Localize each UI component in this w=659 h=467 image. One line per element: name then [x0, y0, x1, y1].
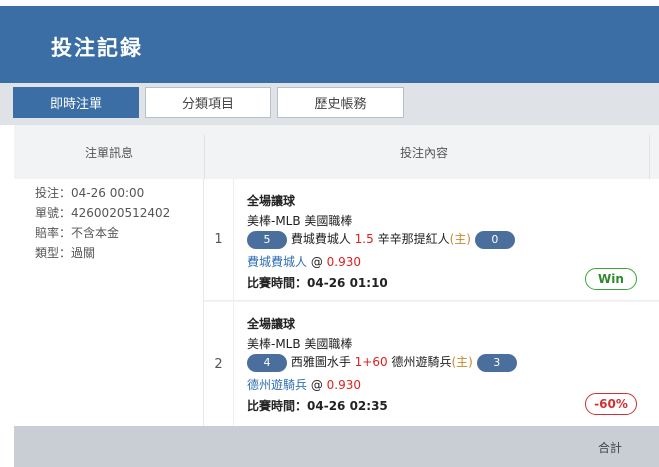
home-score-badge: 5 — [247, 230, 287, 249]
market-name: 全場讓球 — [247, 317, 296, 331]
bet-id-value: 4260020512402 — [71, 206, 171, 220]
bet-records-table: 注單訊息 投注內容 投注：04-26 00:00 單號：426002051240… — [14, 125, 659, 467]
table-row: 1 全場讓球 美棒-MLB 美國職棒 5 費城費城人 1.5 辛辛那提紅人(主)… — [204, 179, 659, 301]
pick-odds: 0.930 — [326, 255, 362, 269]
column-divider — [649, 135, 650, 179]
match-time-label: 比賽時間： — [247, 276, 308, 290]
column-header-info: 注單訊息 — [84, 145, 133, 160]
handicap-value: 1+60 — [354, 355, 388, 369]
match-time-label: 比賽時間： — [247, 399, 308, 413]
away-team: 德州遊騎兵 — [391, 355, 452, 369]
home-tag: (主) — [451, 355, 473, 369]
tab-categories[interactable]: 分類項目 — [145, 87, 271, 118]
column-header-content: 投注內容 — [399, 145, 448, 160]
row-number: 2 — [204, 302, 234, 426]
home-score-badge: 4 — [247, 353, 287, 372]
picked-team: 德州遊騎兵 — [247, 378, 308, 392]
match-time-value: 04-26 01:10 — [307, 276, 388, 290]
bet-id-line: 單號：4260020512402 — [35, 204, 170, 221]
page-header: 投注記録 — [0, 6, 659, 83]
page-title: 投注記録 — [51, 35, 143, 60]
bet-id-label: 單號： — [35, 206, 72, 220]
home-tag: (主) — [449, 232, 471, 246]
away-score-badge: 3 — [476, 353, 517, 372]
away-team: 辛辛那提紅人 — [377, 232, 450, 246]
bet-time-value: 04-26 00:00 — [71, 186, 145, 200]
bet-type-line: 類型：過關 — [35, 244, 95, 261]
matchup-line: 4 西雅圖水手 1+60 德州遊騎兵(主) 3 — [247, 353, 517, 372]
match-time-line: 比賽時間：04-26 01:10 — [247, 274, 388, 291]
result-badge-win: Win — [585, 268, 637, 290]
league-name: 美棒-MLB 美國職棒 — [247, 337, 353, 351]
bet-type-value: 過關 — [71, 246, 96, 260]
tab-live-bets[interactable]: 即時注單 — [13, 87, 139, 118]
odds-type-value: 不含本金 — [71, 226, 120, 240]
at-sign: @ — [310, 255, 323, 269]
bet-type-label: 類型： — [35, 246, 72, 260]
matchup-line: 5 費城費城人 1.5 辛辛那提紅人(主) 0 — [247, 230, 515, 249]
pick-odds: 0.930 — [326, 378, 362, 392]
pick-line: 費城費城人 @ 0.930 — [247, 253, 361, 270]
bet-info-cell: 投注：04-26 00:00 單號：4260020512402 賠率：不含本金 … — [14, 179, 204, 426]
tab-bar: 即時注單 分類項目 歷史帳務 — [0, 83, 659, 125]
bet-time-label: 投注： — [35, 186, 72, 200]
table-row: 2 全場讓球 美棒-MLB 美國職棒 4 西雅圖水手 1+60 德州遊騎兵(主)… — [204, 302, 659, 426]
handicap-value: 1.5 — [354, 232, 374, 246]
away-score-badge: 0 — [474, 230, 515, 249]
home-team: 費城費城人 — [290, 232, 351, 246]
pick-line: 德州遊騎兵 @ 0.930 — [247, 376, 361, 393]
result-badge-loss: -60% — [585, 393, 637, 415]
home-team: 西雅圖水手 — [290, 355, 351, 369]
picked-team: 費城費城人 — [247, 255, 308, 269]
tab-history[interactable]: 歷史帳務 — [277, 87, 404, 118]
bet-time-line: 投注：04-26 00:00 — [35, 184, 144, 201]
total-label: 合計 — [597, 441, 622, 455]
odds-type-label: 賠率： — [35, 226, 72, 240]
market-name: 全場讓球 — [247, 194, 296, 208]
odds-type-line: 賠率：不含本金 — [35, 224, 119, 241]
row-number: 1 — [204, 179, 234, 300]
match-time-line: 比賽時間：04-26 02:35 — [247, 397, 388, 414]
league-name: 美棒-MLB 美國職棒 — [247, 214, 353, 228]
table-footer: 合計 — [14, 426, 659, 467]
at-sign: @ — [310, 378, 323, 392]
match-time-value: 04-26 02:35 — [307, 399, 388, 413]
